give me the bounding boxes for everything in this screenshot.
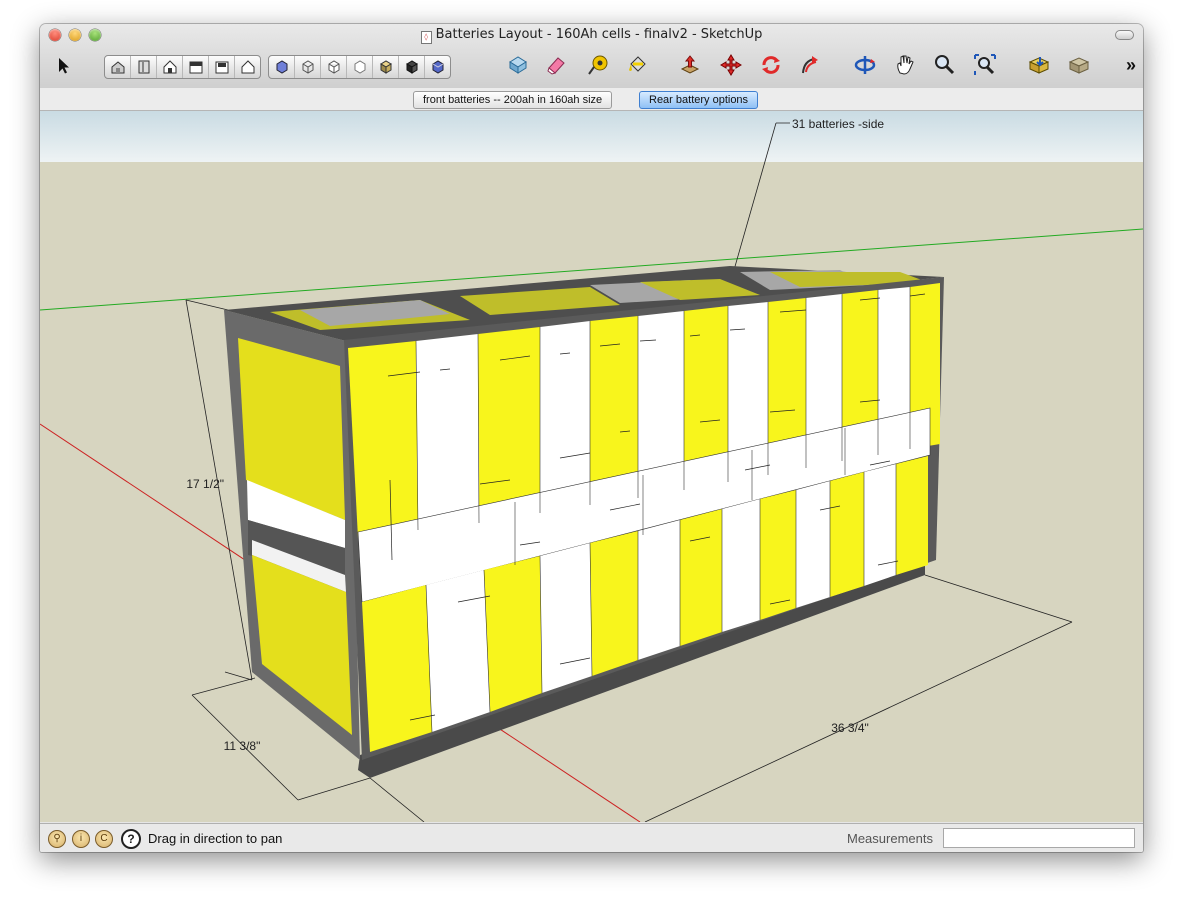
front-view-icon <box>163 60 176 74</box>
sky <box>40 111 1143 162</box>
measurements-input[interactable] <box>943 828 1135 848</box>
toolbar-overflow-button[interactable]: » <box>1118 52 1143 78</box>
status-bar: ⚲ i C ? Drag in direction to pan Measure… <box>40 823 1143 852</box>
status-message: Drag in direction to pan <box>148 831 283 846</box>
views-toolbar <box>104 55 261 79</box>
top-view-icon <box>138 60 149 74</box>
front-view-button[interactable] <box>157 56 183 78</box>
xray-style-button[interactable] <box>269 56 295 78</box>
scene-tabs-bar: front batteries -- 200ah in 160ah size R… <box>40 88 1143 111</box>
select-arrow-icon <box>59 58 69 74</box>
share-model-button[interactable] <box>1066 52 1092 78</box>
get-models-icon <box>1028 57 1050 74</box>
zoom-button-tool[interactable] <box>931 52 957 78</box>
make-component-icon <box>509 56 527 74</box>
window-title: ◊ Batteries Layout - 160Ah cells - finalv… <box>40 27 1143 44</box>
iso-view-icon <box>111 61 124 74</box>
push-pull-button[interactable] <box>677 52 703 78</box>
follow-me-icon <box>802 56 818 74</box>
top-view-button[interactable] <box>131 56 157 78</box>
hidden-line-style-button[interactable] <box>321 56 347 78</box>
right-view-icon <box>189 61 202 74</box>
measurements-label: Measurements <box>847 831 933 846</box>
wireframe-style-icon <box>302 60 313 74</box>
left-view-button[interactable] <box>235 56 260 78</box>
model-canvas[interactable]: 17 1/2" 11 3/8" 36 3/4" 31 batteries -si… <box>40 111 1143 822</box>
overflow-chevron-icon: » <box>1125 54 1136 75</box>
left-view-icon <box>241 60 254 74</box>
push-pull-icon <box>680 55 700 74</box>
document-icon: ◊ <box>420 31 432 44</box>
eraser-button[interactable] <box>543 52 569 78</box>
hidden-line-alt-icon <box>354 60 365 74</box>
height-dimension-label: 17 1/2" <box>186 477 224 491</box>
move-button[interactable] <box>718 52 744 78</box>
iso-view-button[interactable] <box>105 56 131 78</box>
back-view-icon <box>215 61 228 74</box>
tape-measure-button[interactable] <box>585 52 611 78</box>
title-bar: ◊ Batteries Layout - 160Ah cells - finalv… <box>40 24 1143 89</box>
styles-toolbar <box>268 55 451 79</box>
eraser-icon <box>547 57 565 75</box>
paint-bucket-icon <box>629 56 646 72</box>
make-component-button[interactable] <box>505 52 531 78</box>
orbit-icon <box>854 56 876 74</box>
leader-annotation: 31 batteries -side <box>792 117 884 131</box>
monochrome-style-button[interactable] <box>425 56 450 78</box>
rotate-icon <box>762 56 780 74</box>
share-model-icon <box>1068 57 1090 74</box>
depth-dimension-label: 11 3/8" <box>224 739 261 753</box>
scene-tab-rear-battery-options[interactable]: Rear battery options <box>639 91 759 109</box>
paint-bucket-button[interactable] <box>624 52 650 78</box>
pan-hand-icon <box>897 55 914 75</box>
shaded-style-button[interactable] <box>373 56 399 78</box>
user-icon[interactable]: C <box>95 830 113 848</box>
window-title-text: Batteries Layout - 160Ah cells - finalv2… <box>435 27 763 42</box>
zoom-extents-icon <box>974 54 996 75</box>
length-dimension-label: 36 3/4" <box>831 721 869 735</box>
zoom-icon <box>935 55 955 75</box>
follow-me-button[interactable] <box>797 52 823 78</box>
select-tool-button[interactable] <box>50 52 76 78</box>
get-models-button[interactable] <box>1026 52 1052 78</box>
help-icon[interactable]: ? <box>121 829 141 849</box>
shaded-style-icon <box>379 60 392 74</box>
toolbar-toggle-button[interactable] <box>1115 30 1134 40</box>
scene-tab-front-batteries[interactable]: front batteries -- 200ah in 160ah size <box>413 91 613 109</box>
credits-icon[interactable]: i <box>72 830 90 848</box>
wireframe-style-button[interactable] <box>295 56 321 78</box>
right-view-button[interactable] <box>183 56 209 78</box>
pan-button[interactable] <box>892 52 918 78</box>
xray-style-icon <box>276 60 287 74</box>
move-icon <box>720 54 742 76</box>
hidden-line2-style-button[interactable] <box>347 56 373 78</box>
sketchup-window: ◊ Batteries Layout - 160Ah cells - finalv… <box>40 24 1143 852</box>
hidden-line-style-icon <box>328 60 339 74</box>
shaded-textures-style-button[interactable] <box>399 56 425 78</box>
orbit-button[interactable] <box>852 52 878 78</box>
model-viewport[interactable]: 17 1/2" 11 3/8" 36 3/4" 31 batteries -si… <box>40 111 1143 822</box>
geo-location-icon[interactable]: ⚲ <box>48 830 66 848</box>
shaded-textures-style-icon <box>405 60 418 74</box>
zoom-extents-button[interactable] <box>972 52 998 78</box>
back-view-button[interactable] <box>209 56 235 78</box>
tape-measure-icon <box>588 55 608 75</box>
rotate-button[interactable] <box>758 52 784 78</box>
xray-blue-style-icon <box>432 60 443 74</box>
